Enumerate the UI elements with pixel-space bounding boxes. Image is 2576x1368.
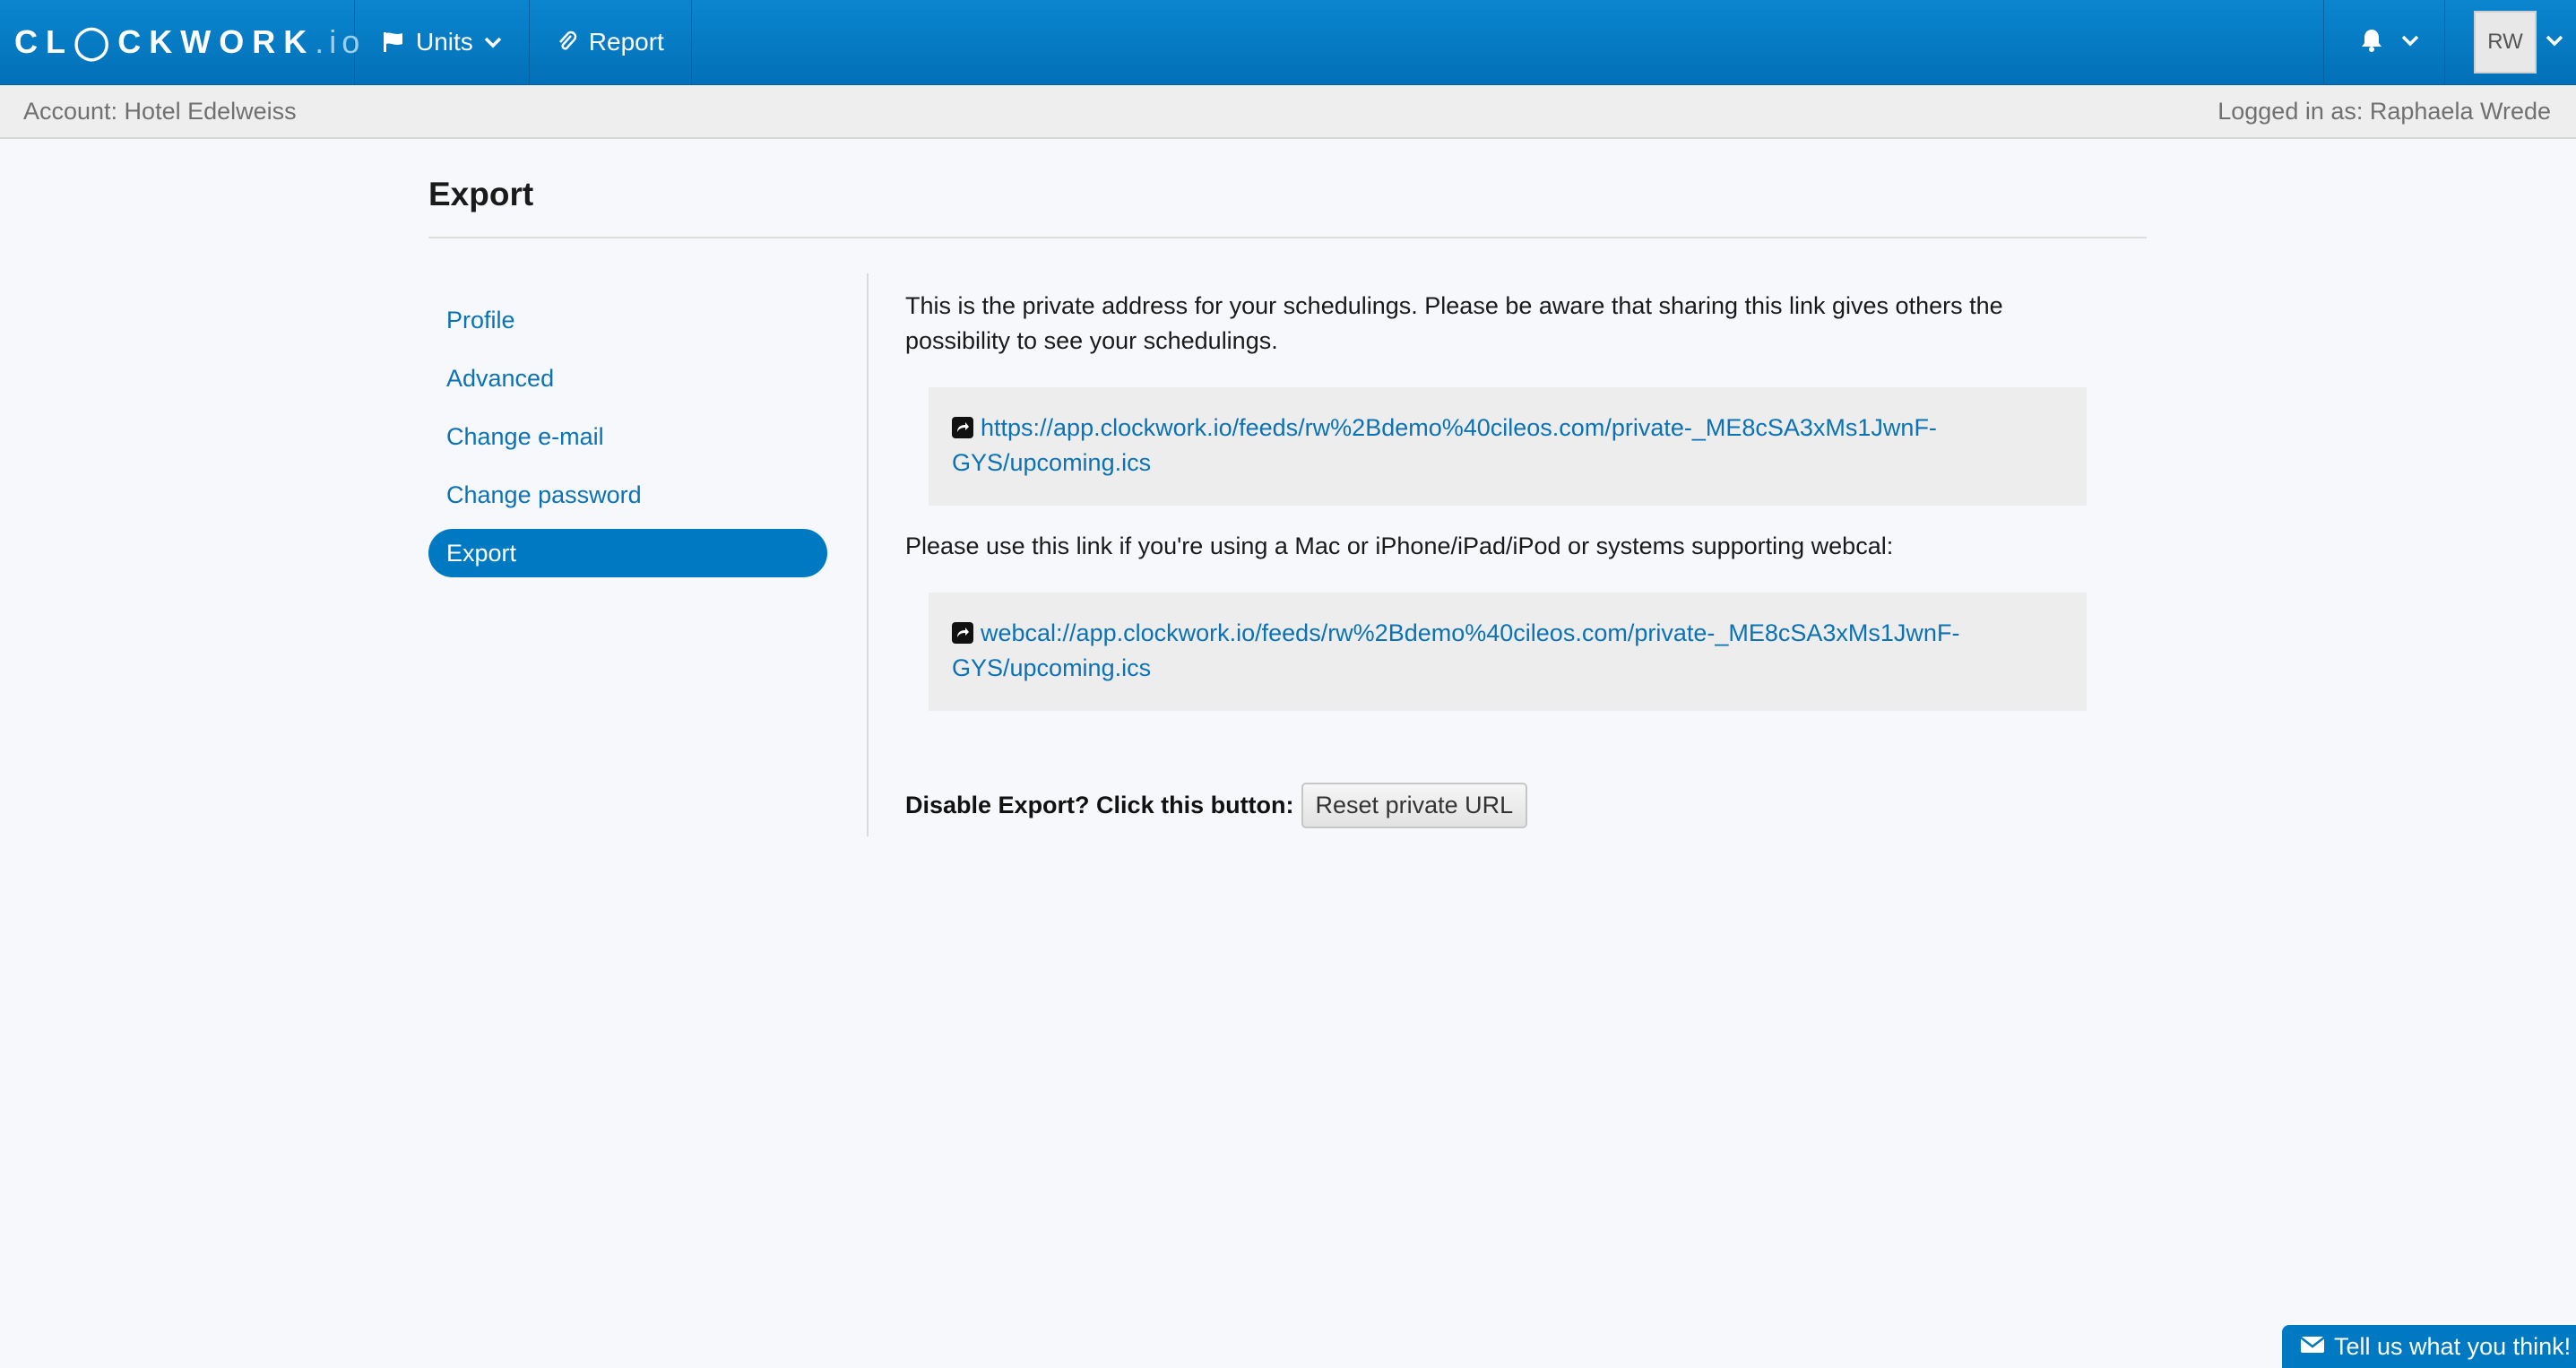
account-bar: Account: Hotel Edelweiss Logged in as: R… bbox=[0, 85, 2576, 139]
disable-export-row: Disable Export? Click this button: Reset… bbox=[905, 783, 2097, 828]
chevron-down-icon bbox=[2546, 34, 2563, 51]
export-panel: This is the private address for your sch… bbox=[905, 289, 2097, 828]
settings-sidebar: Profile Advanced Change e-mail Change pa… bbox=[428, 296, 827, 587]
notifications-menu[interactable] bbox=[2323, 0, 2445, 84]
units-label: Units bbox=[416, 28, 473, 56]
feedback-label: Tell us what you think! bbox=[2334, 1332, 2572, 1360]
sidebar-item-export[interactable]: Export bbox=[428, 529, 827, 577]
flag-icon bbox=[382, 30, 405, 54]
envelope-icon bbox=[2300, 1333, 2325, 1361]
logged-in-user: Logged in as: Raphaela Wrede bbox=[2217, 97, 2551, 125]
chevron-down-icon bbox=[484, 36, 502, 48]
webcal-link-line2: GYS/upcoming.ics bbox=[952, 654, 1152, 681]
logo-text: CL◯CKWORK bbox=[14, 23, 316, 60]
https-link-line1: https://app.clockwork.io/feeds/rw%2Bdemo… bbox=[981, 414, 1937, 441]
https-link-line2: GYS/upcoming.ics bbox=[952, 449, 1152, 476]
sidebar-item-advanced[interactable]: Advanced bbox=[428, 354, 827, 403]
feedback-button[interactable]: Tell us what you think! bbox=[2282, 1325, 2576, 1368]
https-feed-link[interactable]: https://app.clockwork.io/feeds/rw%2Bdemo… bbox=[952, 414, 1937, 476]
navbar-right: RW bbox=[2323, 0, 2576, 84]
page-title: Export bbox=[428, 176, 534, 212]
bell-icon bbox=[2360, 28, 2383, 57]
webcal-feed-link[interactable]: webcal://app.clockwork.io/feeds/rw%2Bdem… bbox=[952, 619, 1959, 681]
sidebar-item-change-password[interactable]: Change password bbox=[428, 471, 827, 519]
user-menu[interactable]: RW bbox=[2445, 0, 2576, 84]
disable-export-label: Disable Export? Click this button: bbox=[905, 792, 1294, 818]
clockwork-logo[interactable]: CL◯CKWORK .io bbox=[0, 0, 359, 84]
intro-text: This is the private address for your sch… bbox=[905, 292, 2003, 354]
external-link-icon bbox=[952, 417, 973, 438]
sidebar-item-profile[interactable]: Profile bbox=[428, 296, 827, 344]
https-link-box: https://app.clockwork.io/feeds/rw%2Bdemo… bbox=[929, 387, 2087, 506]
sidebar-item-change-email[interactable]: Change e-mail bbox=[428, 412, 827, 461]
webcal-link-line1: webcal://app.clockwork.io/feeds/rw%2Bdem… bbox=[981, 619, 1960, 646]
external-link-icon bbox=[952, 622, 973, 644]
sidebar-divider bbox=[867, 273, 869, 836]
paperclip-icon bbox=[557, 30, 578, 54]
chevron-down-icon bbox=[2401, 34, 2419, 51]
report-menu[interactable]: Report bbox=[530, 0, 692, 84]
avatar: RW bbox=[2474, 11, 2537, 74]
webcal-text: Please use this link if you're using a M… bbox=[905, 532, 1894, 559]
reset-private-url-button[interactable]: Reset private URL bbox=[1301, 783, 1528, 828]
top-navbar: CL◯CKWORK .io Units Report RW bbox=[0, 0, 2576, 85]
webcal-link-box: webcal://app.clockwork.io/feeds/rw%2Bdem… bbox=[929, 593, 2087, 711]
title-divider bbox=[428, 237, 2147, 238]
units-menu[interactable]: Units bbox=[355, 0, 530, 84]
report-label: Report bbox=[588, 28, 664, 56]
account-name: Account: Hotel Edelweiss bbox=[23, 97, 297, 125]
